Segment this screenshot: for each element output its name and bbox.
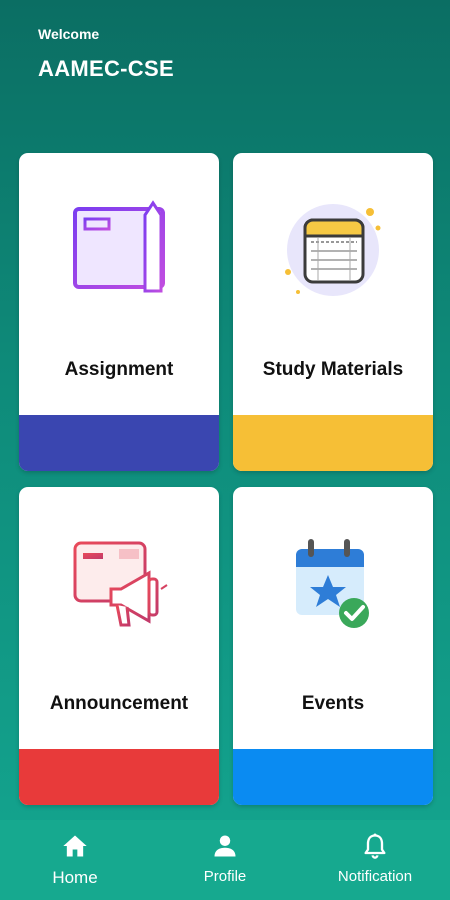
nav-profile-label: Profile	[203, 868, 247, 885]
nav-profile[interactable]: Profile	[150, 820, 300, 885]
notepad-icon	[285, 204, 381, 296]
person-icon	[214, 835, 236, 857]
megaphone-icon	[73, 541, 168, 627]
assignment-color-bar	[19, 415, 219, 471]
menu-grid: Assignment Study Materials Announcement …	[19, 153, 433, 805]
events-color-bar	[233, 749, 433, 805]
nav-notification[interactable]: Notification	[300, 820, 450, 885]
app-title: AAMEC-CSE	[38, 56, 174, 81]
study-materials-label: Study Materials	[262, 359, 404, 380]
study-materials-color-bar	[233, 415, 433, 471]
announcement-card[interactable]: Announcement	[19, 487, 219, 805]
study-materials-card[interactable]: Study Materials	[233, 153, 433, 471]
bell-icon	[364, 833, 386, 859]
calendar-check-icon	[296, 539, 369, 628]
home-icon	[63, 835, 87, 857]
assignment-book-icon	[73, 200, 165, 293]
nav-notification-label: Notification	[337, 868, 413, 885]
assignment-label: Assignment	[64, 359, 174, 380]
events-label: Events	[301, 693, 365, 714]
header: Welcome AAMEC-CSE	[38, 26, 174, 82]
events-card[interactable]: Events	[233, 487, 433, 805]
nav-home[interactable]: Home	[0, 820, 150, 888]
welcome-text: Welcome	[38, 26, 100, 42]
announcement-label: Announcement	[49, 693, 189, 714]
nav-home-label: Home	[52, 868, 98, 887]
announcement-color-bar	[19, 749, 219, 805]
bottom-navigation: Home Profile Notification	[0, 820, 450, 900]
assignment-card[interactable]: Assignment	[19, 153, 219, 471]
